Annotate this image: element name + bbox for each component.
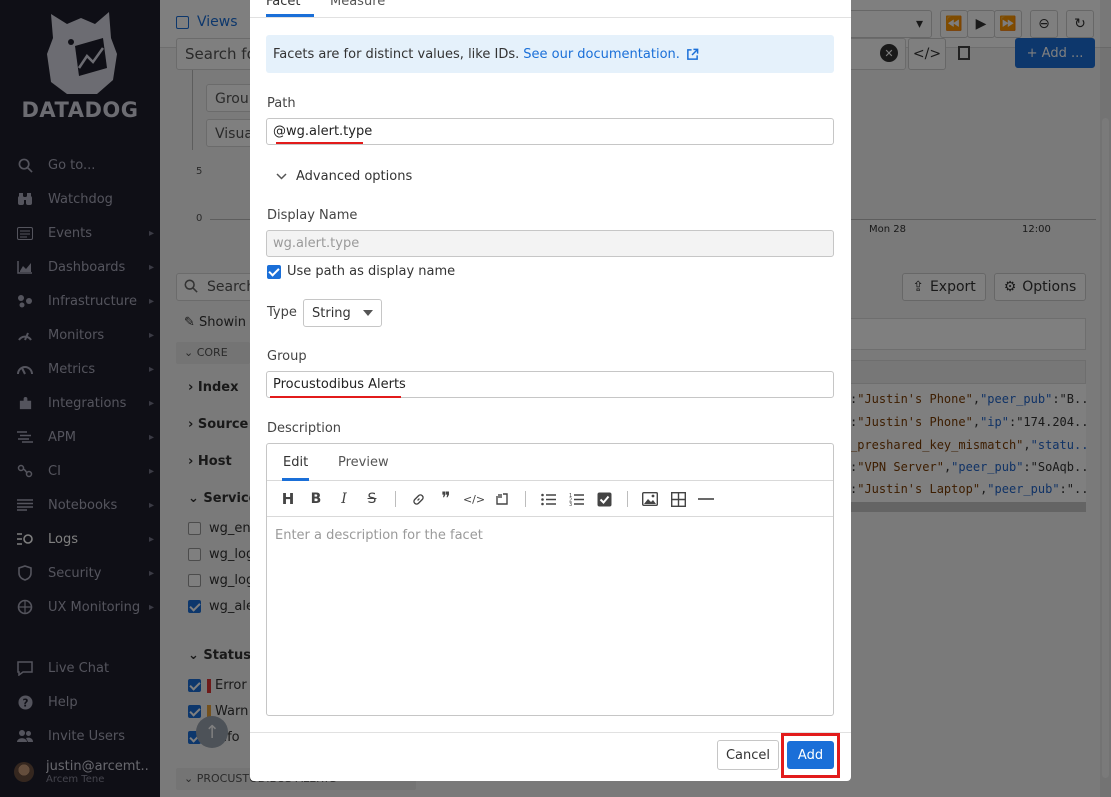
type-select[interactable]: String — [303, 299, 382, 327]
description-placeholder[interactable]: Enter a description for the facet — [275, 528, 483, 543]
tab-facet[interactable]: Facet — [266, 0, 301, 9]
description-editor: Edit Preview H B I S ❞ </> 123 Enter a d… — [266, 443, 834, 716]
toolbar-divider — [525, 491, 526, 507]
cancel-button[interactable]: Cancel — [717, 740, 779, 770]
add-facet-modal: Facet Measure Facets are for distinct va… — [250, 0, 851, 781]
display-name-input[interactable]: wg.alert.type — [266, 230, 834, 257]
toolbar-divider — [395, 491, 396, 507]
group-label: Group — [267, 349, 307, 364]
type-label: Type — [267, 305, 297, 320]
toolbar-divider — [627, 491, 628, 507]
path-annotation-underline — [276, 142, 363, 144]
info-text: Facets are for distinct values, like IDs… — [273, 46, 520, 62]
caret-down-icon — [363, 310, 373, 316]
page-scrollbar[interactable] — [1100, 0, 1111, 797]
use-path-label: Use path as display name — [287, 264, 456, 279]
path-label: Path — [267, 96, 296, 111]
code-icon[interactable]: </> — [463, 490, 485, 508]
add-button-annotation-box — [781, 733, 840, 778]
heading-icon[interactable]: H — [279, 490, 297, 508]
advanced-options-label: Advanced options — [296, 169, 413, 184]
strikethrough-icon[interactable]: S — [363, 490, 381, 508]
type-value: String — [312, 305, 351, 321]
numbered-list-icon[interactable]: 123 — [567, 490, 585, 508]
italic-icon[interactable]: I — [335, 490, 353, 508]
tab-preview[interactable]: Preview — [338, 455, 389, 470]
bullet-list-icon[interactable] — [539, 490, 557, 508]
horizontal-rule-icon[interactable] — [697, 490, 715, 508]
modal-tabs: Facet Measure — [250, 0, 851, 18]
editor-tabs: Edit Preview — [267, 444, 833, 481]
checklist-icon[interactable] — [595, 490, 613, 508]
chevron-down-icon — [276, 170, 288, 183]
external-link-icon[interactable] — [686, 48, 699, 61]
modal-footer-divider — [250, 732, 851, 733]
link-icon[interactable] — [409, 490, 427, 508]
tab-edit[interactable]: Edit — [283, 455, 308, 470]
active-tab-indicator — [266, 14, 314, 17]
display-name-label: Display Name — [267, 208, 358, 223]
path-value: @wg.alert.type — [273, 124, 373, 139]
svg-text:3: 3 — [569, 502, 572, 506]
use-path-checkbox[interactable] — [267, 264, 281, 279]
group-input[interactable]: Procustodibus Alerts — [266, 371, 834, 398]
table-icon[interactable] — [669, 490, 687, 508]
editor-toolbar: H B I S ❞ </> 123 — [267, 481, 833, 517]
documentation-link[interactable]: See our documentation. — [523, 47, 680, 62]
image-icon[interactable] — [641, 490, 659, 508]
tab-measure[interactable]: Measure — [330, 0, 385, 9]
description-label: Description — [267, 421, 342, 436]
advanced-options-toggle[interactable]: Advanced options — [276, 169, 412, 184]
use-path-checkbox-row[interactable]: Use path as display name — [267, 264, 455, 279]
bold-icon[interactable]: B — [307, 490, 325, 508]
code-block-icon[interactable] — [493, 490, 511, 508]
group-value: Procustodibus Alerts — [273, 377, 406, 392]
info-banner: Facets are for distinct values, like IDs… — [266, 35, 834, 73]
scrollbar-thumb[interactable] — [1102, 118, 1109, 778]
quote-icon[interactable]: ❞ — [437, 489, 455, 509]
display-name-value: wg.alert.type — [273, 236, 360, 251]
group-annotation-underline — [270, 396, 401, 398]
path-input[interactable]: @wg.alert.type — [266, 118, 834, 145]
